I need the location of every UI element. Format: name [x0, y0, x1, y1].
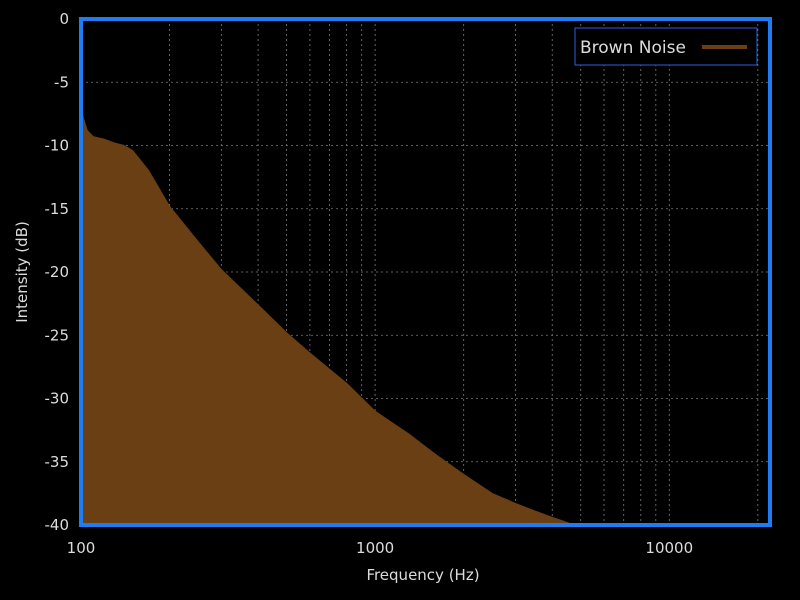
y-tick-label: -40 [45, 516, 70, 534]
y-tick-label: -15 [45, 200, 70, 218]
legend: Brown Noise [574, 27, 758, 66]
y-tick-labels: 0 -5 -10 -15 -20 -25 -30 -35 -40 [45, 10, 70, 534]
y-tick-label: -20 [45, 263, 70, 281]
x-tick-label: 1000 [356, 539, 394, 557]
legend-label-brown-noise: Brown Noise [580, 38, 686, 58]
x-axis-label: Frequency (Hz) [366, 566, 479, 584]
data-area-layer [80, 109, 574, 526]
y-axis-label: Intensity (dB) [13, 221, 31, 323]
y-tick-label: -5 [54, 73, 69, 91]
x-tick-labels: 100 1000 10000 [67, 539, 693, 557]
x-tick-label: 10000 [645, 539, 693, 557]
y-tick-label: -35 [45, 453, 70, 471]
y-tick-label: -10 [45, 137, 70, 155]
y-tick-label: -25 [45, 326, 70, 344]
area-series-brown-noise [80, 109, 574, 526]
brown-noise-chart: 0 -5 -10 -15 -20 -25 -30 -35 -40 100 1000 10000 Fr… [13, 10, 772, 584]
y-tick-label: -30 [45, 390, 70, 408]
x-tick-label: 100 [67, 539, 96, 557]
y-tick-label: 0 [59, 10, 69, 28]
